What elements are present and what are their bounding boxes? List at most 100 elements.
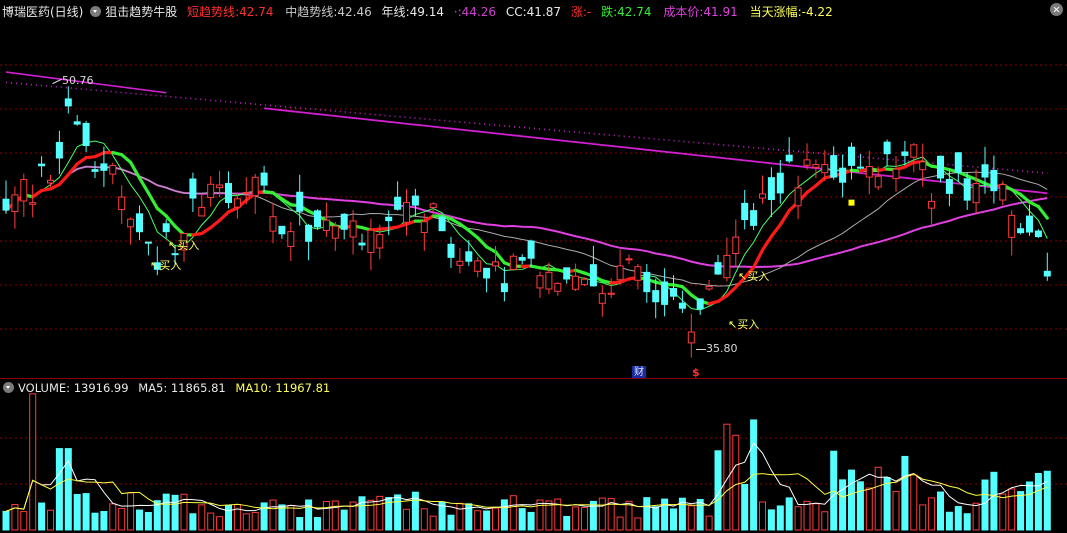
- volume-bar: [29, 393, 37, 531]
- volume-bar: [456, 502, 464, 531]
- candle-body: [518, 257, 526, 261]
- volume-bar: [527, 511, 535, 531]
- volume-bar: [1008, 488, 1016, 531]
- volume-bar: [536, 499, 544, 531]
- short-trend-segment: [1018, 192, 1032, 204]
- candle-body: [500, 283, 508, 293]
- short-trend-segment: [146, 191, 159, 210]
- volume-bar: [500, 499, 508, 531]
- short-trend-value: 42.74: [239, 5, 274, 19]
- volume-bar: [643, 497, 651, 531]
- candle-body: [1043, 270, 1051, 277]
- volume-bar: [776, 505, 784, 531]
- candle-body: [750, 210, 758, 226]
- fall-value: 42.74: [617, 5, 652, 19]
- volume-ma5-line: [5, 442, 1048, 512]
- volume-bar: [207, 512, 215, 531]
- volume-bar: [394, 494, 402, 531]
- candle-body: [999, 184, 1007, 201]
- indicator-name[interactable]: 狙击趋势牛股: [105, 2, 177, 22]
- candle-body: [954, 152, 962, 173]
- stock-name: 博瑞医药(日线): [2, 5, 84, 19]
- volume-bar: [687, 505, 695, 531]
- buy-signal: ↖买入: [738, 270, 770, 283]
- candle-body: [278, 225, 286, 235]
- candle-body: [11, 194, 19, 213]
- volume-bar: [171, 494, 179, 531]
- candle-body: [376, 234, 384, 249]
- candle-body: [38, 163, 46, 167]
- volume-bar: [492, 507, 499, 531]
- candle-body: [972, 183, 980, 204]
- short-trend-segment: [769, 223, 782, 239]
- candle-body: [91, 169, 99, 172]
- candle-body: [598, 293, 606, 304]
- indicator-dropdown-icon[interactable]: [90, 6, 102, 17]
- volume-bar: [269, 499, 277, 531]
- candle-body: [812, 164, 820, 168]
- volume-bar: [785, 497, 793, 531]
- candle-body: [171, 253, 179, 256]
- candle-body: [554, 282, 562, 292]
- short-trend-segment: [57, 173, 70, 187]
- candle-body: [403, 202, 410, 223]
- candle-body: [1017, 228, 1025, 234]
- candle-body: [910, 144, 918, 158]
- candle-body: [216, 184, 224, 189]
- candle-body: [162, 223, 170, 233]
- candle-body: [892, 168, 900, 180]
- price-header: 博瑞医药(日线) 狙击趋势牛股 短趋势线: 42.74 中趋势线: 42.46 …: [0, 2, 1067, 22]
- mid-trend-line: [5, 165, 1048, 269]
- volume-bar: [509, 495, 517, 531]
- volume-bar: [990, 471, 998, 531]
- candle-body: [536, 275, 544, 289]
- candle-body: [821, 163, 829, 174]
- candle-body: [242, 191, 250, 194]
- volume-bar: [856, 481, 864, 531]
- buy-signal: ↖买入: [168, 239, 200, 252]
- candle-body: [759, 193, 766, 199]
- volume-bar: [429, 515, 437, 531]
- volume-bar: [38, 502, 46, 531]
- candle-body: [260, 172, 268, 186]
- candle-body: [1026, 215, 1033, 233]
- candle-body: [723, 254, 731, 279]
- candle-body: [29, 202, 37, 205]
- short-trend-segment: [680, 285, 693, 297]
- volume-bar: [741, 483, 749, 531]
- candle-body: [545, 271, 553, 290]
- short-trend-segment: [1036, 204, 1049, 220]
- volume-bar: [251, 512, 259, 531]
- volume-bar: [91, 512, 99, 531]
- candle-body: [64, 98, 72, 107]
- candle-body: [447, 243, 455, 258]
- day-change-value: -4.22: [801, 5, 833, 19]
- volume-bar: [901, 455, 909, 531]
- candle-body: [322, 219, 330, 232]
- volume-bar: [892, 490, 900, 531]
- volume-bar: [759, 501, 766, 531]
- mid-trend-value: 42.46: [337, 5, 372, 19]
- volume-bar: [47, 509, 54, 531]
- candle-body: [794, 187, 802, 207]
- short-trend-segment: [778, 208, 791, 227]
- candle-body: [945, 178, 953, 194]
- candle-body: [127, 218, 135, 228]
- volume-bar: [242, 513, 250, 531]
- volume-bar: [652, 506, 660, 531]
- close-icon[interactable]: [1050, 3, 1063, 16]
- candle-body: [411, 195, 419, 206]
- volume-bar: [919, 504, 927, 531]
- candle-body: [394, 196, 402, 210]
- short-trend-segment: [493, 250, 506, 265]
- volume-bar: [322, 500, 330, 531]
- candle-body: [251, 176, 259, 197]
- cc-value: 41.87: [526, 5, 562, 19]
- candle-body: [874, 175, 882, 188]
- candle-body: [643, 271, 651, 293]
- year-line-segment: [264, 107, 1048, 195]
- candle-body: [349, 220, 357, 238]
- volume-bar: [109, 503, 117, 531]
- candle-body: [839, 167, 847, 183]
- volume-bar: [189, 513, 197, 531]
